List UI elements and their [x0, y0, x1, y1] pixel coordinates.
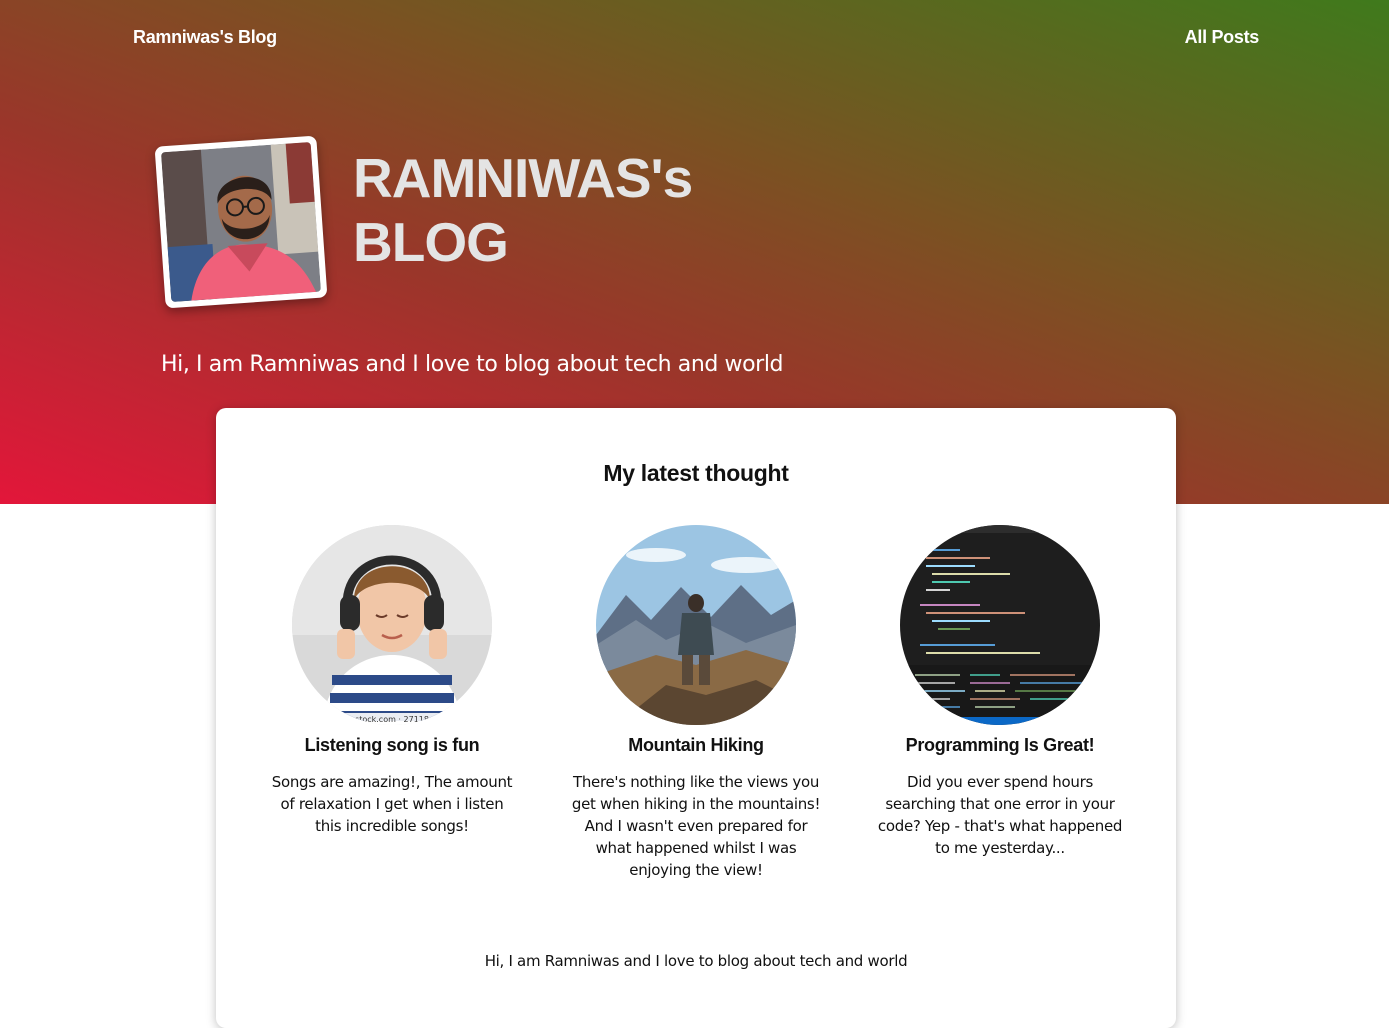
- post-title[interactable]: Mountain Hiking: [564, 733, 828, 757]
- card-footer-text: Hi, I am Ramniwas and I love to blog abo…: [216, 952, 1176, 970]
- latest-posts-card: My latest thought stock.com · 27118 List…: [216, 408, 1176, 1028]
- nav-brand-link[interactable]: Ramniwas's Blog: [133, 27, 277, 48]
- post-thumbnail: stock.com · 27118: [292, 525, 492, 725]
- post-excerpt: Songs are amazing!, The amount of relaxa…: [269, 771, 515, 837]
- post-card[interactable]: Mountain Hiking There's nothing like the…: [564, 525, 828, 881]
- post-card[interactable]: stock.com · 27118 Listening song is fun …: [260, 525, 524, 837]
- post-title[interactable]: Programming Is Great!: [868, 733, 1132, 757]
- profile-photo: [161, 142, 321, 302]
- nav-all-posts-link[interactable]: All Posts: [1185, 27, 1259, 48]
- hero-tagline: Hi, I am Ramniwas and I love to blog abo…: [161, 352, 783, 377]
- post-excerpt: There's nothing like the views you get w…: [565, 771, 827, 881]
- profile-avatar: [155, 136, 328, 309]
- latest-posts-heading: My latest thought: [216, 460, 1176, 487]
- post-card[interactable]: Programming Is Great! Did you ever spend…: [868, 525, 1132, 859]
- thumbnail-watermark-text: stock.com · 27118: [355, 715, 429, 724]
- post-thumbnail: [596, 525, 796, 725]
- hero-title: RAMNIWAS's BLOG: [353, 146, 692, 274]
- post-thumbnail: [900, 525, 1100, 725]
- hero-title-line2: BLOG: [353, 210, 692, 274]
- post-excerpt: Did you ever spend hours searching that …: [871, 771, 1129, 859]
- hero-title-line1: RAMNIWAS's: [353, 146, 692, 210]
- post-title[interactable]: Listening song is fun: [260, 733, 524, 757]
